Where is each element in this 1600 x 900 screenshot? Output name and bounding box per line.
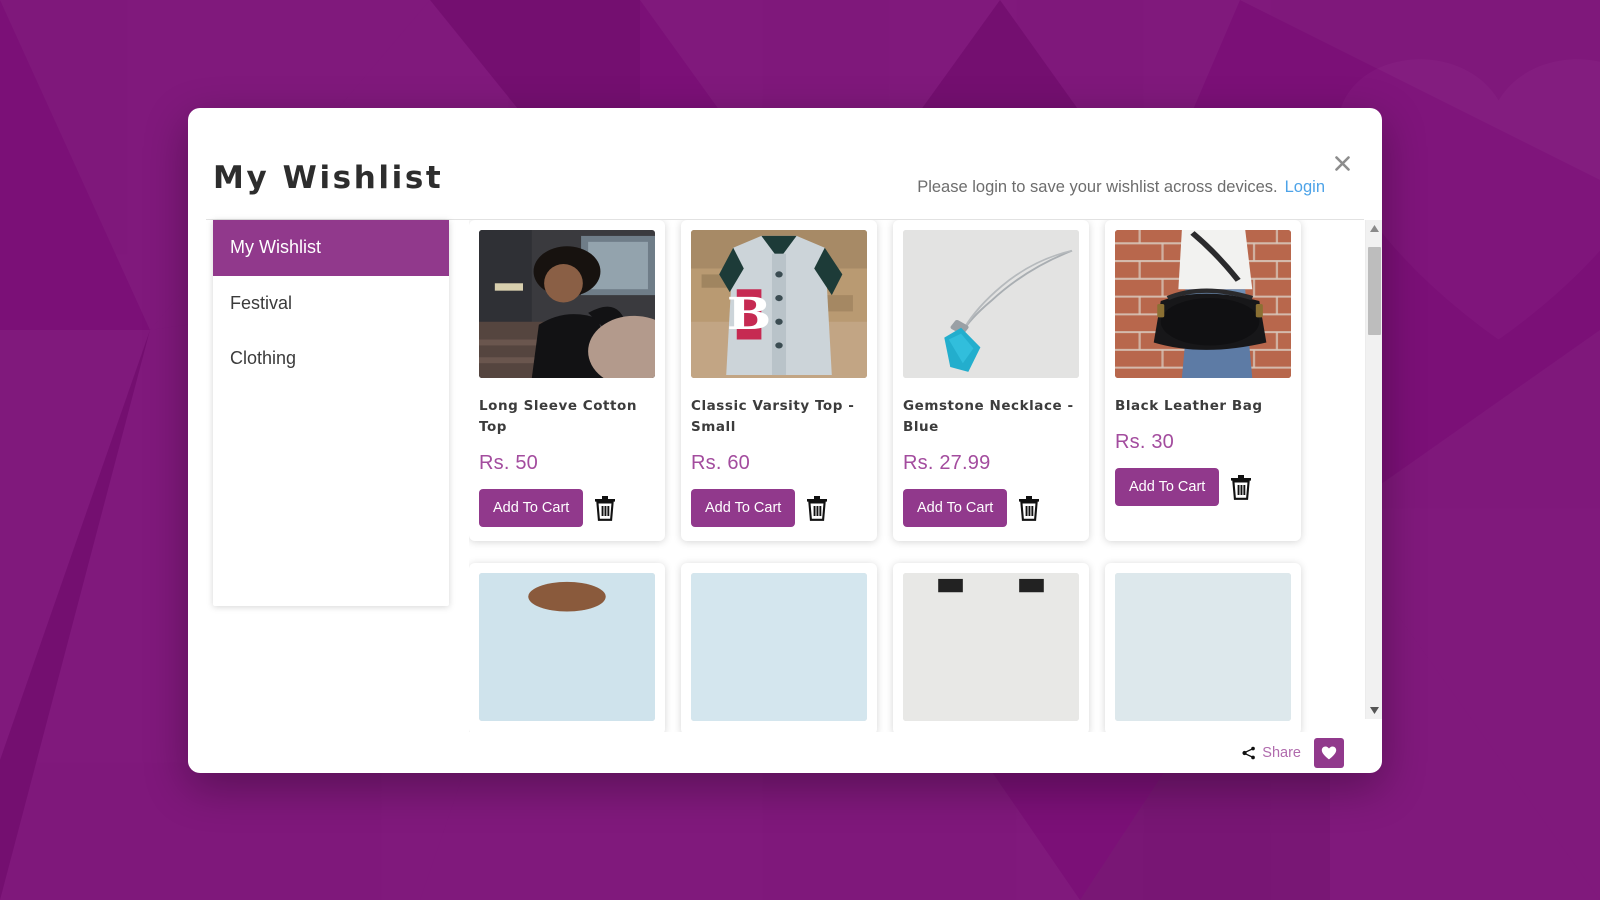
- product-title: Long Sleeve Cotton Top: [479, 398, 638, 435]
- product-card[interactable]: Gemstone Necklace - Blue Rs. 27.99 Add T…: [893, 220, 1089, 541]
- varsity-jacket-image-icon: B: [691, 230, 867, 378]
- scroll-up-icon[interactable]: [1366, 220, 1382, 237]
- product-list-scrollbar[interactable]: [1365, 220, 1382, 719]
- chevron-up-icon: [1370, 225, 1379, 232]
- product-image: [1115, 230, 1291, 378]
- product-card[interactable]: [893, 563, 1089, 732]
- delete-icon[interactable]: [1230, 474, 1252, 500]
- add-to-cart-button[interactable]: Add To Cart: [903, 489, 1008, 527]
- modal-header: My Wishlist Please login to save your wi…: [188, 108, 1382, 220]
- product-actions: Add To Cart: [1115, 468, 1291, 506]
- login-notice-text: Please login to save your wishlist acros…: [917, 178, 1278, 196]
- sidebar-item-label: Festival: [230, 292, 293, 313]
- modal-body: My Wishlist Festival Clothing Long Sleev…: [188, 220, 1382, 732]
- login-notice: Please login to save your wishlist acros…: [917, 178, 1325, 197]
- sidebar-item-label: My Wishlist: [230, 237, 321, 257]
- product-actions: Add To Cart: [691, 489, 867, 527]
- delete-icon[interactable]: [806, 495, 828, 521]
- gemstone-necklace-image-icon: [903, 230, 1079, 378]
- product-image: B: [691, 230, 867, 378]
- product-card[interactable]: [1105, 563, 1301, 732]
- product-title: Black Leather Bag: [1115, 398, 1263, 414]
- product-price: Rs. 27.99: [903, 452, 991, 474]
- product-image-icon: [1115, 573, 1291, 721]
- product-image: [903, 230, 1079, 378]
- sidebar-item-my-wishlist[interactable]: My Wishlist: [213, 220, 449, 276]
- product-title: Classic Varsity Top - Small: [691, 398, 855, 435]
- add-to-cart-button[interactable]: Add To Cart: [479, 489, 584, 527]
- wishlist-modal: My Wishlist Please login to save your wi…: [188, 108, 1382, 773]
- add-to-cart-button[interactable]: Add To Cart: [1115, 468, 1220, 506]
- close-glyph-icon: [1334, 155, 1350, 171]
- product-image: [691, 573, 867, 721]
- sidebar-item-clothing[interactable]: Clothing: [213, 331, 449, 387]
- sidebar-item-label: Clothing: [230, 348, 297, 369]
- product-grid-row-1: Long Sleeve Cotton Top Rs. 50 Add To Car…: [469, 220, 1364, 541]
- share-button[interactable]: Share: [1242, 745, 1301, 761]
- delete-icon[interactable]: [1018, 495, 1040, 521]
- close-icon[interactable]: [1329, 150, 1355, 176]
- product-title: Gemstone Necklace - Blue: [903, 398, 1074, 435]
- product-image: [479, 230, 655, 378]
- product-image-icon: [903, 573, 1079, 721]
- share-label: Share: [1262, 744, 1301, 761]
- product-price: Rs. 60: [691, 452, 751, 474]
- wishlist-heart-button[interactable]: [1314, 737, 1344, 768]
- black-leather-bag-image-icon: [1115, 230, 1291, 378]
- product-image-icon: [691, 573, 867, 721]
- chevron-down-icon: [1370, 707, 1379, 714]
- woman-black-top-image-icon: [479, 230, 655, 378]
- product-price: Rs. 30: [1115, 431, 1175, 453]
- product-image: [1115, 573, 1291, 721]
- scroll-down-icon[interactable]: [1366, 702, 1382, 719]
- product-card[interactable]: Long Sleeve Cotton Top Rs. 50 Add To Car…: [469, 220, 665, 541]
- page-title: My Wishlist: [213, 160, 444, 196]
- product-grid-row-2: [469, 563, 1364, 732]
- product-image: [479, 573, 655, 721]
- product-card[interactable]: B Classic Varsity Top - Small Rs. 60 Add…: [681, 220, 877, 541]
- add-to-cart-button[interactable]: Add To Cart: [691, 489, 796, 527]
- heart-icon: [1321, 746, 1337, 759]
- product-card[interactable]: [469, 563, 665, 732]
- product-grid-scroll-area[interactable]: Long Sleeve Cotton Top Rs. 50 Add To Car…: [469, 220, 1364, 732]
- scrollbar-thumb[interactable]: [1368, 247, 1381, 335]
- product-image: [903, 573, 1079, 721]
- modal-footer: Share: [188, 732, 1382, 773]
- product-price: Rs. 50: [479, 452, 539, 474]
- product-actions: Add To Cart: [903, 489, 1079, 527]
- svg-text:B: B: [727, 287, 772, 340]
- wishlist-sidebar: My Wishlist Festival Clothing: [213, 220, 449, 606]
- product-card[interactable]: Black Leather Bag Rs. 30 Add To Cart: [1105, 220, 1301, 541]
- sidebar-item-festival[interactable]: Festival: [213, 276, 449, 332]
- product-card[interactable]: [681, 563, 877, 732]
- product-image-icon: [479, 573, 655, 721]
- product-actions: Add To Cart: [479, 489, 655, 527]
- share-icon: [1242, 746, 1256, 759]
- login-link[interactable]: Login: [1285, 178, 1325, 196]
- delete-icon[interactable]: [594, 495, 616, 521]
